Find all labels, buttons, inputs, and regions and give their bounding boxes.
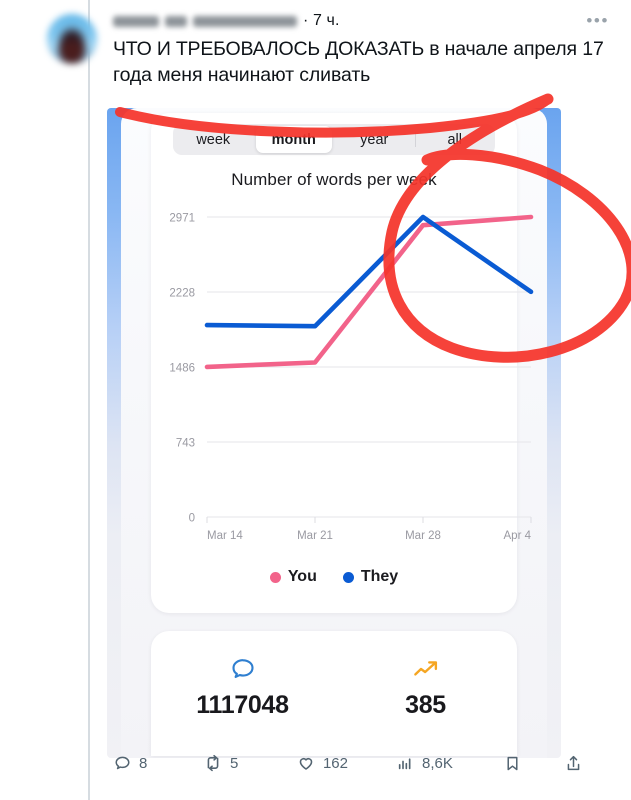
chart-series-they bbox=[204, 214, 534, 329]
chat-bubble-icon bbox=[151, 653, 334, 687]
bookmark-icon bbox=[507, 756, 518, 770]
legend-item-you: You bbox=[269, 568, 317, 586]
reply-icon bbox=[115, 756, 130, 769]
avatar[interactable] bbox=[47, 14, 97, 64]
tweet-text-line-1: ЧТО И ТРЕБОВАЛОСЬ ДОКАЗАТЬ в начале bbox=[113, 38, 508, 60]
author-handle-redacted bbox=[193, 15, 297, 27]
like-icon bbox=[299, 757, 313, 770]
stat-messages-value: 1117048 bbox=[196, 691, 289, 719]
stat-trend-value: 385 bbox=[405, 691, 446, 719]
chart-title: Number of words per week bbox=[231, 170, 437, 189]
views-button[interactable]: 8,6K bbox=[396, 754, 453, 773]
y-axis-tick-label: 2228 bbox=[169, 288, 195, 300]
author-name-redacted bbox=[113, 15, 159, 27]
tab-week-label: week bbox=[196, 131, 231, 148]
x-axis-tick-label: Mar 21 bbox=[297, 530, 333, 542]
embedded-screenshot-image[interactable]: week month year all Number of words per … bbox=[107, 108, 561, 758]
like-button[interactable]: 162 bbox=[296, 753, 348, 773]
bookmark-button[interactable] bbox=[503, 754, 522, 773]
stat-messages[interactable]: 1117048 bbox=[151, 653, 334, 720]
tweet-post: · 7 ч. ••• ЧТО И ТРЕБОВАЛОСЬ ДОКАЗАТЬ в … bbox=[0, 0, 631, 800]
stat-trend[interactable]: 385 bbox=[334, 653, 517, 720]
tab-year-label: year bbox=[360, 131, 389, 148]
stats-card: 1117048 385 bbox=[151, 631, 517, 756]
tweet-text: ЧТО И ТРЕБОВАЛОСЬ ДОКАЗАТЬ в начале апре… bbox=[113, 36, 613, 88]
legend-label-they: They bbox=[360, 568, 399, 585]
x-axis-tick-label: Mar 14 bbox=[207, 530, 243, 542]
app-surface: week month year all Number of words per … bbox=[121, 108, 547, 758]
x-axis-tick-label: Apr 4 bbox=[504, 530, 532, 542]
tab-month-label: month bbox=[271, 131, 316, 148]
legend-item-they: They bbox=[342, 568, 399, 586]
views-icon bbox=[398, 757, 411, 769]
like-count: 162 bbox=[322, 754, 348, 772]
legend-label-you: You bbox=[287, 568, 317, 585]
chart-card: week month year all Number of words per … bbox=[151, 113, 534, 613]
stats-row: 1117048 385 bbox=[151, 653, 517, 720]
tweet-action-bar: 8 5 162 8,6K bbox=[113, 748, 583, 778]
trending-up-icon bbox=[334, 653, 517, 687]
timestamp: · 7 ч. bbox=[303, 12, 340, 29]
retweet-count: 5 bbox=[230, 754, 239, 772]
retweet-button[interactable]: 5 bbox=[203, 753, 238, 773]
tab-week[interactable]: week bbox=[175, 126, 252, 153]
reply-count: 8 bbox=[139, 754, 148, 772]
y-axis-tick-label: 1486 bbox=[169, 362, 195, 374]
retweet-icon bbox=[207, 754, 219, 772]
y-axis-tick-label: 2971 bbox=[169, 213, 195, 225]
reply-button[interactable]: 8 bbox=[113, 754, 147, 773]
share-button[interactable] bbox=[564, 754, 583, 773]
tab-year[interactable]: year bbox=[336, 126, 413, 153]
line-chart-plot: 0 743 1486 2228 2971 Mar 14 Mar 21 Mar 28 Apr 4 bbox=[151, 203, 534, 563]
y-axis-tick-label: 743 bbox=[176, 437, 195, 449]
tab-all-label: all bbox=[447, 131, 462, 148]
tweet-header: · 7 ч. bbox=[113, 12, 611, 34]
legend-dot-you bbox=[269, 571, 281, 583]
x-axis-tick-label: Mar 28 bbox=[405, 530, 441, 542]
y-axis-tick-label: 0 bbox=[189, 513, 195, 525]
thread-connector-line bbox=[88, 0, 90, 800]
chart-legend: You They bbox=[151, 568, 517, 586]
share-icon bbox=[567, 755, 580, 770]
tab-all[interactable]: all bbox=[414, 126, 494, 153]
legend-dot-they bbox=[342, 571, 354, 583]
period-segmented-control[interactable]: week month year all bbox=[173, 124, 495, 155]
ellipsis-icon[interactable]: ••• bbox=[586, 12, 609, 29]
author-badge-redacted bbox=[165, 15, 187, 27]
tab-month[interactable]: month bbox=[255, 126, 332, 153]
views-count: 8,6K bbox=[421, 754, 453, 772]
